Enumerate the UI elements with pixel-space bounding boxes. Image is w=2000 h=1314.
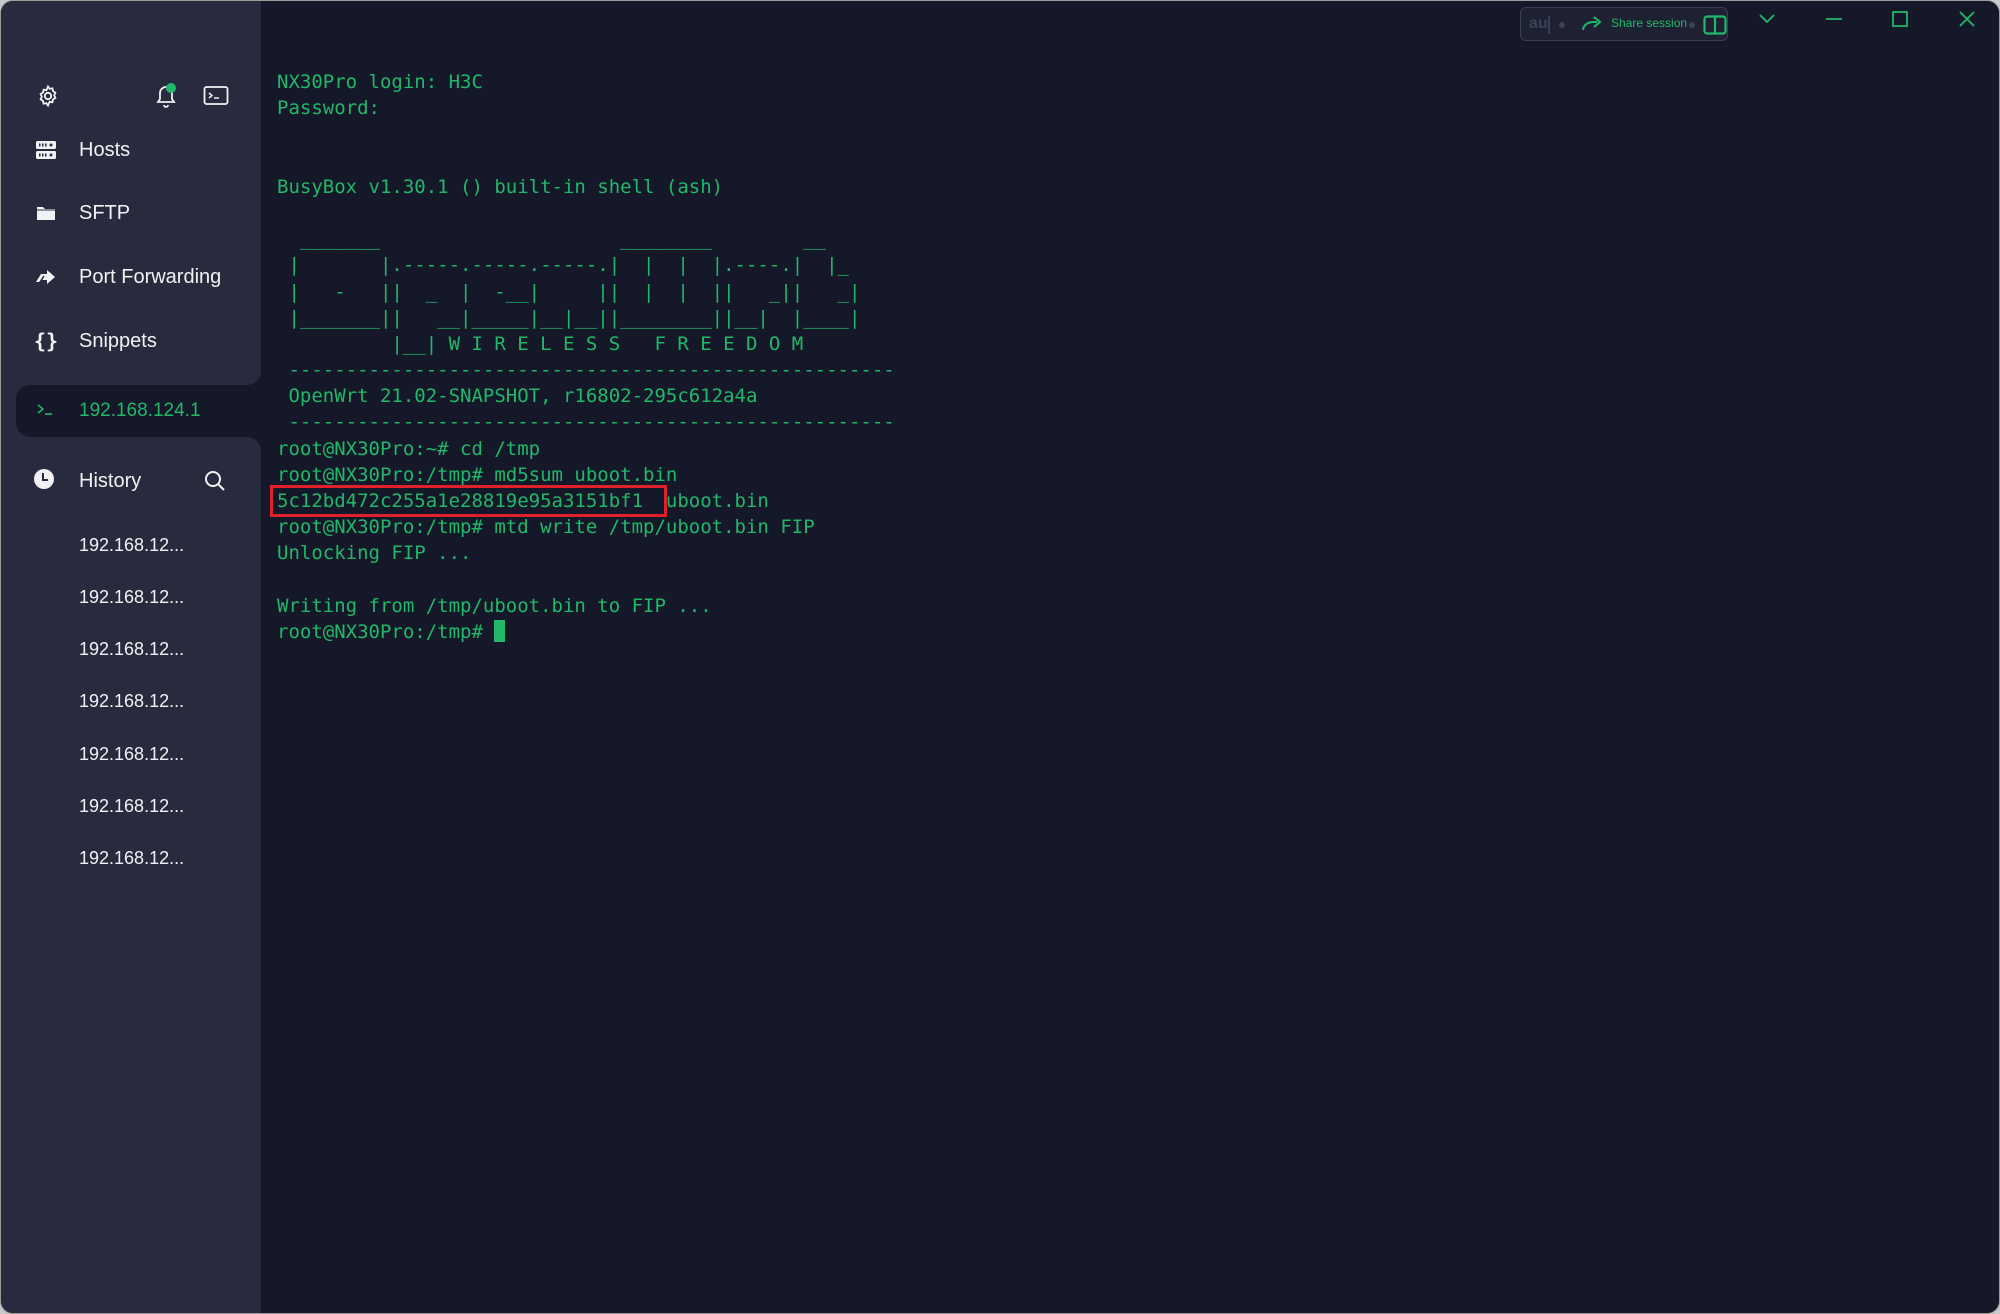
sidebar-item-sftp[interactable]: SFTP [1,185,261,241]
clock-icon [33,468,55,495]
sidebar-item-label: SFTP [79,201,131,224]
terminal-line: | - || _ | -__| || | | || _|| _| [277,280,861,303]
history-item[interactable]: 192.168.12... [79,686,184,716]
terminal-cursor [494,619,506,642]
prompt-text: root@NX30Pro:/tmp# [277,620,495,643]
terminal-line: root@NX30Pro:/tmp# md5sum uboot.bin [277,463,678,486]
history-item[interactable]: 192.168.12... [79,530,184,560]
search-icon[interactable] [201,467,229,495]
maximize-icon[interactable] [1880,5,1920,33]
sidebar-top-icons [1,81,261,111]
history-item[interactable]: 192.168.12... [79,582,184,612]
terminal-line: OpenWrt 21.02-SNAPSHOT, r16802-295c612a4… [277,385,758,408]
gear-icon[interactable] [33,81,63,111]
toolbar-input[interactable]: au [1529,15,1548,33]
terminal-line: | |.-----.-----.-----.| | | |.----.| |_ [277,254,849,277]
bell-icon[interactable] [151,81,181,111]
sidebar: Hosts SFTP Port Forwarding {} Snippets 1… [1,1,276,1313]
history-item[interactable]: 192.168.12... [79,843,184,873]
app-window: Hosts SFTP Port Forwarding {} Snippets 1… [1,1,1999,1313]
port-forward-icon [33,264,59,290]
tab-corner [241,365,261,385]
minimize-icon[interactable] [1814,5,1854,33]
history-item[interactable]: 192.168.12... [79,791,184,821]
terminal-line: |__| W I R E L E S S F R E E D O M [277,332,804,355]
terminal-line: root@NX30Pro:/tmp# mtd write /tmp/uboot.… [277,516,815,539]
separator-dot [1689,22,1695,28]
close-icon[interactable] [1947,5,1987,33]
hosts-icon [33,137,59,163]
share-session-button[interactable]: Share session [1581,14,1687,32]
share-icon [1582,16,1602,31]
terminal-line: _______ ________ __ [277,228,827,251]
terminal-line: ----------------------------------------… [277,359,895,382]
terminal-line: Password: [277,97,380,120]
session-label: 192.168.124.1 [79,400,201,421]
terminal-icon[interactable] [201,81,231,111]
terminal-line: |_______|| __|_____|__|__||________||__|… [277,306,861,329]
sidebar-item-label: Port Forwarding [79,265,222,288]
chevron-down-icon[interactable] [1747,5,1787,33]
terminal-line: BusyBox v1.30.1 () built-in shell (ash) [277,175,724,198]
terminal-line: Unlocking FIP ... [277,542,472,565]
sidebar-item-port-forwarding[interactable]: Port Forwarding [1,249,261,305]
terminal-pane[interactable]: NX30Pro login: H3C Password: BusyBox v1.30… [261,1,1999,1313]
terminal-prompt-line: root@NX30Pro:/tmp# [277,619,895,645]
history-item[interactable]: 192.168.12... [79,739,184,769]
sidebar-item-snippets[interactable]: {} Snippets [1,313,261,369]
braces-icon: {} [33,329,59,353]
active-session-tab[interactable]: 192.168.124.1 [16,385,276,437]
history-label: History [79,469,142,492]
folder-icon [33,200,59,226]
share-session-label: Share session [1611,16,1688,30]
terminal-line: root@NX30Pro:~# cd /tmp [277,437,541,460]
sidebar-item-label: Hosts [79,138,131,161]
terminal-line: ----------------------------------------… [277,411,895,434]
sidebar-item-hosts[interactable]: Hosts [1,122,261,178]
sidebar-item-label: Snippets [79,329,157,352]
terminal-line: 5c12bd472c255a1e28819e95a3151bf1 uboot.b… [277,490,769,512]
terminal-output[interactable]: NX30Pro login: H3C Password: BusyBox v1.30… [277,69,895,645]
session-toolbar: au Share session [1520,7,1728,41]
history-header[interactable]: History [1,453,261,509]
history-item[interactable]: 192.168.12... [79,634,184,664]
terminal-line: Writing from /tmp/uboot.bin to FIP ... [277,594,712,617]
text-caret [1548,16,1550,34]
prompt-icon [36,402,56,421]
terminal-line: NX30Pro login: H3C [277,71,483,93]
separator-dot [1559,22,1565,28]
split-view-icon[interactable] [1703,15,1727,40]
